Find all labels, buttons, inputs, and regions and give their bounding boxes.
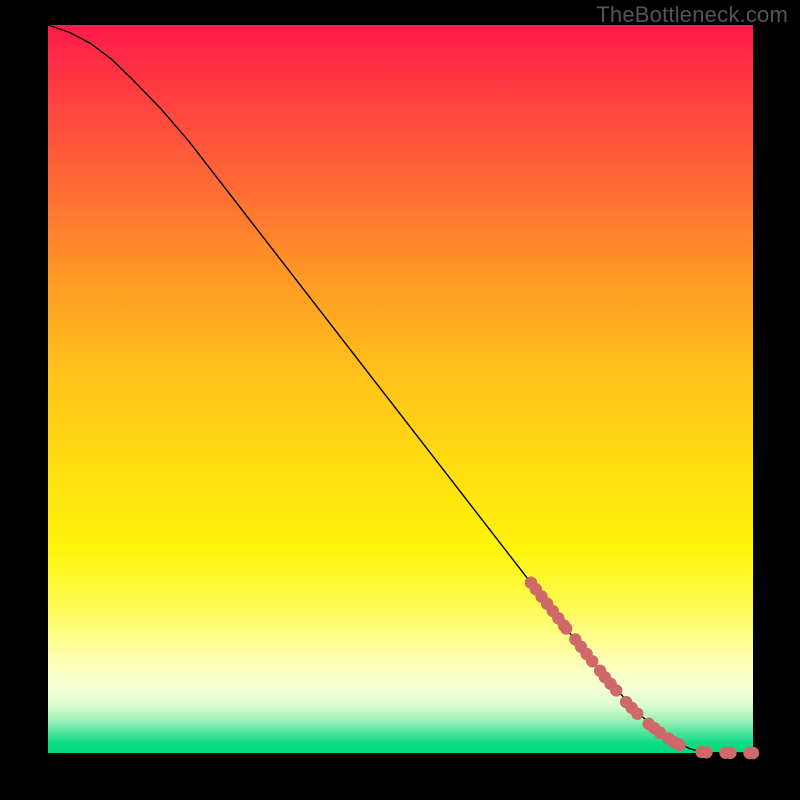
data-dot: [700, 746, 712, 758]
chart-svg: [48, 25, 753, 753]
dots-group: [525, 576, 759, 759]
data-dot: [747, 747, 759, 759]
data-dot: [724, 747, 736, 759]
curve-line: [48, 25, 753, 753]
data-dot: [610, 684, 622, 696]
data-dot: [560, 622, 572, 634]
data-dot: [631, 707, 643, 719]
watermark-text: TheBottleneck.com: [596, 2, 788, 28]
chart-frame: TheBottleneck.com: [0, 0, 800, 800]
data-dot: [673, 739, 685, 751]
plot-area: [48, 25, 753, 753]
